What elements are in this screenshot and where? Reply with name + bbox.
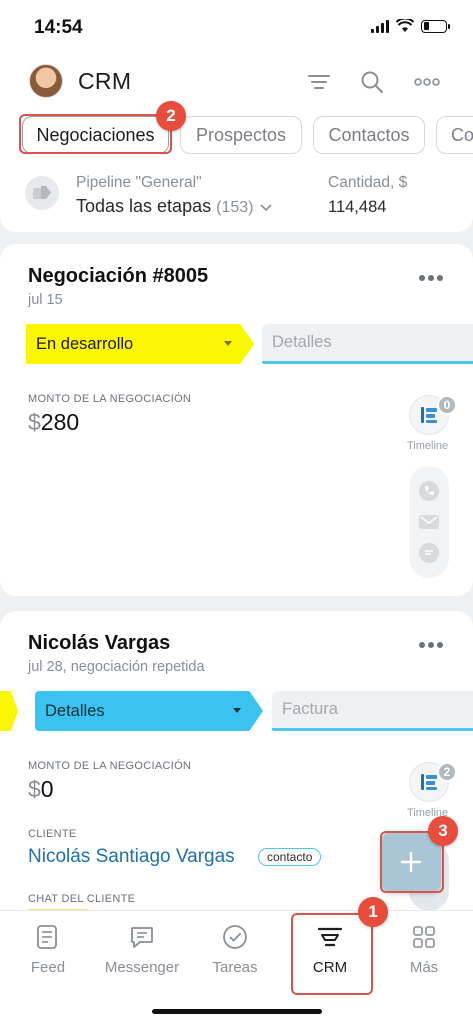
page-title: CRM	[78, 68, 132, 94]
amount-value: $280	[28, 409, 79, 436]
deal-date: jul 28, negociación repetida	[28, 659, 205, 675]
annotation-badge-2: 2	[156, 101, 186, 131]
avatar[interactable]	[29, 64, 63, 98]
pipeline-count: (153)	[216, 199, 254, 216]
signal-icon	[371, 19, 389, 33]
feed-icon	[34, 923, 62, 951]
battery-icon	[421, 19, 450, 33]
stage-selector[interactable]: Detalles	[35, 691, 263, 731]
crm-header: CRM Negociaciones Prospectos Contactos C…	[0, 56, 473, 232]
nav-crm-label: CRM	[312, 959, 348, 976]
caret-down-icon	[233, 708, 241, 713]
pipeline-stage-selector[interactable]: Todas las etapas (153)	[76, 196, 273, 217]
client-name-link[interactable]: Nicolás Santiago Vargas	[28, 846, 235, 868]
previous-stage[interactable]	[0, 691, 18, 731]
timeline-icon	[421, 774, 437, 790]
grid-icon	[410, 923, 438, 951]
bottom-nav: Feed Messenger Tareas CRM Más	[0, 910, 473, 1024]
nav-mas[interactable]: Más	[384, 923, 464, 976]
quantity-value: 114,484	[328, 198, 387, 216]
pipeline-label: Pipeline "General"	[76, 174, 202, 191]
tab-contactos[interactable]: Contactos	[313, 116, 425, 154]
amount-label: MONTO DE LA NEGOCIACIÓN	[28, 760, 192, 772]
chevron-down-icon	[260, 204, 273, 212]
card-more-icon[interactable]	[419, 275, 443, 281]
wifi-icon	[396, 19, 414, 32]
contact-tag: contacto	[258, 848, 322, 866]
tab-prospectos[interactable]: Prospectos	[180, 116, 302, 154]
pipeline-stage-value: Todas las etapas	[76, 196, 212, 216]
crm-tabs: Negociaciones Prospectos Contactos Co	[0, 116, 473, 156]
status-time: 14:54	[34, 17, 83, 38]
filter-icon[interactable]	[306, 69, 332, 95]
nav-feed[interactable]: Feed	[8, 923, 88, 976]
phone-icon[interactable]	[419, 481, 439, 501]
tab-negociaciones[interactable]: Negociaciones	[22, 116, 169, 154]
tab-companies[interactable]: Co	[436, 116, 473, 154]
more-options-icon[interactable]	[414, 69, 440, 95]
mail-icon[interactable]	[419, 515, 439, 529]
quantity-label: Cantidad, $	[328, 174, 408, 191]
next-stage[interactable]: Detalles	[262, 324, 473, 364]
nav-mas-label: Más	[409, 959, 439, 976]
crm-icon	[316, 923, 344, 951]
nav-tareas-label: Tareas	[212, 959, 258, 976]
nav-tareas[interactable]: Tareas	[195, 923, 275, 976]
amount-value: $0	[28, 776, 54, 803]
timeline-icon	[421, 407, 437, 423]
status-icons	[371, 19, 450, 33]
tasks-icon	[221, 923, 249, 951]
deal-title: Negociación #8005	[28, 265, 209, 287]
stage-label: En desarrollo	[36, 334, 134, 353]
stage-label: Detalles	[45, 701, 105, 720]
stage-selector[interactable]: En desarrollo	[26, 324, 254, 364]
status-bar: 14:54	[0, 0, 473, 56]
nav-messenger[interactable]: Messenger	[102, 923, 182, 976]
deal-date: jul 15	[28, 292, 63, 308]
deal-card[interactable]: Negociación #8005 jul 15 En desarrollo D…	[0, 244, 473, 596]
amount-label: MONTO DE LA NEGOCIACIÓN	[28, 393, 192, 405]
amount-number: 280	[40, 409, 80, 435]
plus-icon	[400, 851, 422, 873]
amount-currency: $	[28, 409, 41, 435]
search-icon[interactable]	[359, 69, 385, 95]
annotation-badge-3: 3	[428, 816, 458, 846]
chat-icon[interactable]	[419, 543, 439, 563]
next-stage[interactable]: Factura	[272, 691, 473, 731]
card-more-icon[interactable]	[419, 642, 443, 648]
chat-label: CHAT DEL CLIENTE	[28, 893, 136, 905]
home-indicator	[152, 1009, 322, 1014]
timeline-count: 0	[437, 395, 457, 415]
timeline-label: Timeline	[407, 440, 449, 452]
annotation-badge-1: 1	[358, 897, 388, 927]
amount-number: 0	[40, 776, 54, 802]
nav-feed-label: Feed	[30, 959, 66, 976]
timeline-count: 2	[437, 762, 457, 782]
amount-currency: $	[28, 776, 41, 802]
client-label: CLIENTE	[28, 828, 77, 840]
caret-down-icon	[224, 341, 232, 346]
pipeline-icon	[25, 176, 59, 210]
nav-messenger-label: Messenger	[104, 959, 180, 976]
deal-title: Nicolás Vargas	[28, 632, 171, 654]
nav-crm[interactable]: CRM	[290, 923, 370, 976]
quick-actions	[409, 466, 449, 578]
messenger-icon	[128, 923, 156, 951]
